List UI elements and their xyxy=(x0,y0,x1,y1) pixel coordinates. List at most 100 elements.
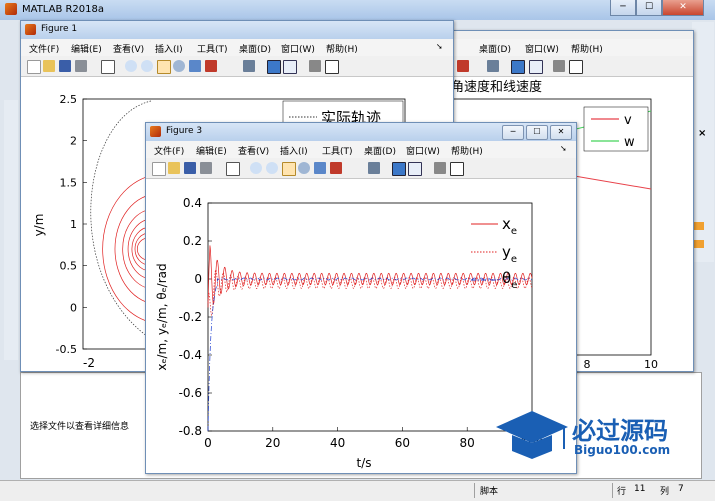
pan-hand-icon[interactable] xyxy=(157,60,171,74)
figure3-title: Figure 3 xyxy=(166,126,203,136)
pan-hand-icon[interactable] xyxy=(282,162,296,176)
hide-plot-tools-icon[interactable] xyxy=(309,60,321,72)
fig3-xtick: 0 xyxy=(204,436,212,450)
fig2-title: 角速度和线速度 xyxy=(451,79,542,95)
status-col-value: 7 xyxy=(678,484,684,494)
colorbar-icon[interactable] xyxy=(392,162,406,176)
data-cursor-icon[interactable] xyxy=(189,60,201,72)
brush-icon[interactable] xyxy=(330,162,342,174)
maximize-button[interactable]: ☐ xyxy=(636,0,662,16)
figure1-title-bar: Figure 1 xyxy=(21,21,453,39)
fig3-ytick: -0.4 xyxy=(179,348,202,362)
fig3-maximize-button[interactable]: ☐ xyxy=(526,125,548,140)
figure-icon xyxy=(150,126,161,137)
fig1-menu-help[interactable]: 帮助(H) xyxy=(326,42,358,55)
watermark-url: Biguo100.com xyxy=(574,443,671,457)
link-icon[interactable] xyxy=(368,162,380,174)
main-window-title: MATLAB R2018a xyxy=(22,4,105,15)
fig3-minimize-button[interactable]: ─ xyxy=(502,125,524,140)
link-icon[interactable] xyxy=(243,60,255,72)
watermark-logo-text: 必过源码 xyxy=(572,417,668,445)
data-cursor-icon[interactable] xyxy=(314,162,326,174)
fig2-menu-desktop[interactable]: 桌面(D) xyxy=(479,42,511,55)
edit-plot-arrow-icon[interactable] xyxy=(226,162,240,176)
new-figure-icon[interactable] xyxy=(27,60,41,74)
colorbar-icon[interactable] xyxy=(267,60,281,74)
zoom-in-icon[interactable] xyxy=(250,162,262,174)
fig1-ytick: 2 xyxy=(70,135,77,148)
rotate-3d-icon[interactable] xyxy=(298,162,310,174)
fig1-menu-insert[interactable]: 插入(I) xyxy=(155,42,183,55)
brush-icon[interactable] xyxy=(205,60,217,72)
fig2-legend-v: v xyxy=(624,113,632,128)
zoom-in-icon[interactable] xyxy=(125,60,137,72)
minimize-button[interactable]: ─ xyxy=(610,0,636,16)
show-plot-tools-icon[interactable] xyxy=(569,60,583,74)
fig3-menu-view[interactable]: 查看(V) xyxy=(238,144,269,157)
fig3-xtick: 80 xyxy=(460,436,475,450)
fig1-menu-edit[interactable]: 编辑(E) xyxy=(71,42,102,55)
fig3-xlabel: t/s xyxy=(357,456,372,470)
status-script-label: 脚本 xyxy=(480,487,499,497)
main-right-glyph: × xyxy=(698,128,707,139)
fig3-ytick: 0.4 xyxy=(183,196,202,210)
fig1-menu-dock-arrow-icon[interactable]: ➘ xyxy=(436,42,443,51)
save-icon[interactable] xyxy=(184,162,196,174)
status-col-label: 列 xyxy=(660,487,670,497)
hide-plot-tools-icon[interactable] xyxy=(553,60,565,72)
main-left-panel xyxy=(4,100,18,360)
link-icon[interactable] xyxy=(487,60,499,72)
status-bar: 脚本 行 11 列 7 xyxy=(0,480,715,501)
print-icon[interactable] xyxy=(200,162,212,174)
main-title-bar: MATLAB R2018a ─ ☐ ✕ xyxy=(0,0,715,21)
fig3-ytick: -0.8 xyxy=(179,424,202,438)
fig1-ytick: 0.5 xyxy=(60,260,78,273)
fig1-ytick: 1 xyxy=(70,218,77,231)
fig1-ytick: 0 xyxy=(70,301,77,314)
show-plot-tools-icon[interactable] xyxy=(325,60,339,74)
fig1-menu-desktop[interactable]: 桌面(D) xyxy=(239,42,271,55)
rotate-3d-icon[interactable] xyxy=(173,60,185,72)
fig3-axes xyxy=(207,202,533,432)
fig2-legend xyxy=(583,106,649,152)
zoom-out-icon[interactable] xyxy=(266,162,278,174)
fig2-legend-w: w xyxy=(624,135,635,150)
fig3-menu-insert[interactable]: 插入(I) xyxy=(280,144,308,157)
figure2-toolbar xyxy=(441,56,693,77)
fig3-menu-help[interactable]: 帮助(H) xyxy=(451,144,483,157)
fig3-ytick: 0.2 xyxy=(183,234,202,248)
brush-icon[interactable] xyxy=(457,60,469,72)
legend-icon[interactable] xyxy=(408,162,422,176)
colorbar-icon[interactable] xyxy=(511,60,525,74)
fig2-menu-help[interactable]: 帮助(H) xyxy=(571,42,603,55)
watermark: 必过源码 Biguo100.com xyxy=(492,405,712,465)
fig3-menu-edit[interactable]: 编辑(E) xyxy=(196,144,227,157)
save-icon[interactable] xyxy=(59,60,71,72)
fig3-menu-desktop[interactable]: 桌面(D) xyxy=(364,144,396,157)
fig3-menu-file[interactable]: 文件(F) xyxy=(154,144,184,157)
new-figure-icon[interactable] xyxy=(152,162,166,176)
zoom-out-icon[interactable] xyxy=(141,60,153,72)
edit-plot-arrow-icon[interactable] xyxy=(101,60,115,74)
show-plot-tools-icon[interactable] xyxy=(450,162,464,176)
open-file-icon[interactable] xyxy=(43,60,55,72)
fig2-menu-window[interactable]: 窗口(W) xyxy=(525,42,559,55)
legend-icon[interactable] xyxy=(529,60,543,74)
fig3-menu-tools[interactable]: 工具(T) xyxy=(322,144,353,157)
fig1-ytick: 2.5 xyxy=(60,93,78,106)
fig3-menu-dock-arrow-icon[interactable]: ➘ xyxy=(560,144,567,153)
legend-icon[interactable] xyxy=(283,60,297,74)
fig1-menu-file[interactable]: 文件(F) xyxy=(29,42,59,55)
fig1-menu-tools[interactable]: 工具(T) xyxy=(197,42,228,55)
hide-plot-tools-icon[interactable] xyxy=(434,162,446,174)
print-icon[interactable] xyxy=(75,60,87,72)
fig3-xtick: 40 xyxy=(330,436,345,450)
close-button[interactable]: ✕ xyxy=(662,0,704,16)
fig1-menu-window[interactable]: 窗口(W) xyxy=(281,42,315,55)
fig3-menu-window[interactable]: 窗口(W) xyxy=(406,144,440,157)
figure1-toolbar xyxy=(21,56,453,77)
fig1-menu-view[interactable]: 查看(V) xyxy=(113,42,144,55)
figure3-menubar: 文件(F) 编辑(E) 查看(V) 插入(I) 工具(T) 桌面(D) 窗口(W… xyxy=(146,141,576,159)
fig3-close-button[interactable]: ✕ xyxy=(550,125,572,140)
open-file-icon[interactable] xyxy=(168,162,180,174)
